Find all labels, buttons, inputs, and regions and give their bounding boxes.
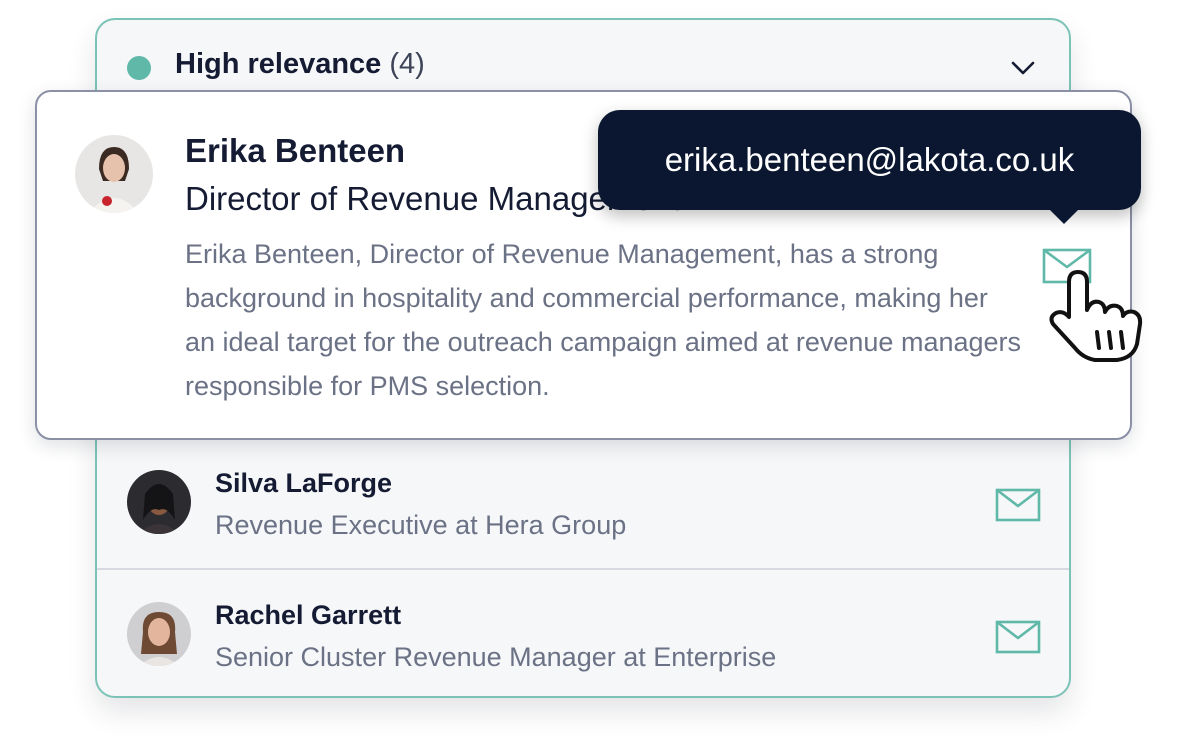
- contact-role: Revenue Executive at Hera Group: [215, 510, 627, 540]
- contact-role: Senior Cluster Revenue Manager at Enterp…: [215, 642, 777, 672]
- chevron-down-icon[interactable]: [1007, 52, 1039, 84]
- group-count: (4): [389, 48, 425, 80]
- contact-name: Rachel Garrett: [215, 600, 402, 630]
- envelope-icon[interactable]: [995, 488, 1041, 522]
- avatar: [75, 135, 153, 213]
- contact-description: Erika Benteen, Director of Revenue Manag…: [185, 239, 1022, 401]
- envelope-icon[interactable]: [995, 620, 1041, 654]
- avatar: [127, 602, 191, 666]
- list-item[interactable]: Rachel Garrett Senior Cluster Revenue Ma…: [97, 570, 1069, 696]
- status-dot: [127, 56, 151, 80]
- contact-name: Erika Benteen: [185, 132, 406, 169]
- hand-pointer-icon: [1049, 270, 1143, 362]
- tooltip-tail: [1048, 208, 1080, 224]
- group-title: High relevance (4): [175, 48, 425, 81]
- tooltip-email: erika.benteen@lakota.co.uk: [664, 141, 1075, 178]
- list-item[interactable]: Silva LaForge Revenue Executive at Hera …: [97, 440, 1069, 570]
- group-title-label: High relevance: [175, 48, 382, 80]
- contact-name: Silva LaForge: [215, 468, 393, 498]
- avatar: [127, 470, 191, 534]
- email-tooltip: erika.benteen@lakota.co.uk: [598, 110, 1141, 224]
